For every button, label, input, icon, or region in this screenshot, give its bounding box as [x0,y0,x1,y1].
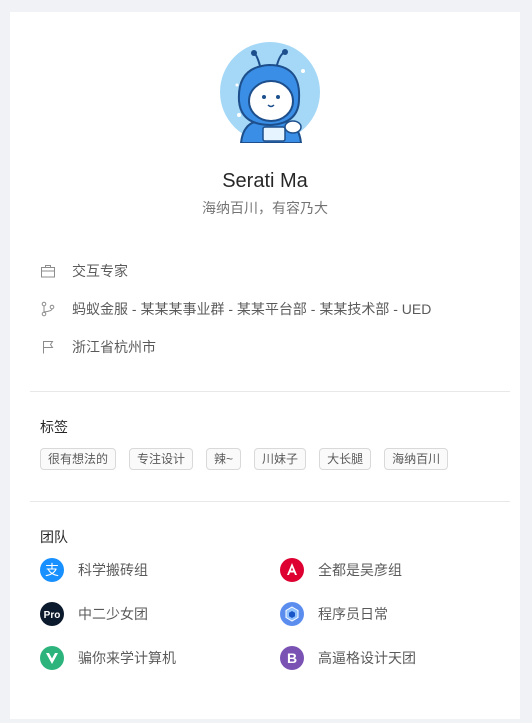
team-name: 全都是吴彦组 [318,562,402,578]
team-name: 骗你来学计算机 [78,650,176,666]
divider [30,391,510,392]
bootstrap-logo-text: B [287,650,297,666]
team-item[interactable]: 支 科学搬砖组 [40,558,148,582]
team-item[interactable]: Pro 中二少女团 [40,602,148,626]
bootstrap-logo-icon: B [280,646,304,670]
profile-card: Serati Ma 海纳百川，有容乃大 交互专家 蚂蚁金服 - 某某某事业群 -… [10,12,520,719]
detail-title: 交互专家 [40,260,128,282]
tag[interactable]: 辣~ [206,448,242,470]
detail-title-text: 交互专家 [72,263,128,279]
tags-title: 标签 [40,419,68,435]
profile-name: Serati Ma [222,170,308,192]
avatar-illustration [220,42,320,143]
pro-logo-icon: Pro [40,602,64,626]
briefcase-icon [40,263,56,279]
team-item[interactable]: 程序员日常 [280,602,388,626]
pro-logo-text: Pro [44,610,61,621]
detail-location: 浙江省杭州市 [40,336,156,358]
avatar[interactable] [219,41,321,143]
team-name: 中二少女团 [78,606,148,622]
profile-bio: 海纳百川，有容乃大 [202,200,328,216]
tag[interactable]: 很有想法的 [40,448,117,470]
tag[interactable]: 海纳百川 [384,448,449,470]
svg-text:支: 支 [45,563,59,579]
team-title: 团队 [40,529,68,545]
team-name: 程序员日常 [318,606,388,622]
tag[interactable]: 大长腿 [319,448,372,470]
tag-list: 很有想法的 专注设计 辣~ 川妹子 大长腿 海纳百川 [40,448,449,470]
detail-org-text: 蚂蚁金服 - 某某某事业群 - 某某平台部 - 某某技术部 - UED [72,301,432,317]
team-name: 高逼格设计天团 [318,650,416,666]
flag-icon [40,339,56,355]
team-item[interactable]: B 高逼格设计天团 [280,646,416,670]
hex-logo-icon [280,602,304,626]
team-item[interactable]: 骗你来学计算机 [40,646,176,670]
team-name: 科学搬砖组 [78,562,148,578]
angular-logo-icon [280,558,304,582]
detail-location-text: 浙江省杭州市 [72,339,156,355]
tag[interactable]: 专注设计 [129,448,194,470]
cluster-icon [40,301,56,317]
team-item[interactable]: 全都是吴彦组 [280,558,402,582]
detail-org: 蚂蚁金服 - 某某某事业群 - 某某平台部 - 某某技术部 - UED [40,298,431,320]
vue-logo-icon [40,646,64,670]
alipay-logo-icon: 支 [40,558,64,582]
divider [30,501,510,502]
tag[interactable]: 川妹子 [254,448,307,470]
